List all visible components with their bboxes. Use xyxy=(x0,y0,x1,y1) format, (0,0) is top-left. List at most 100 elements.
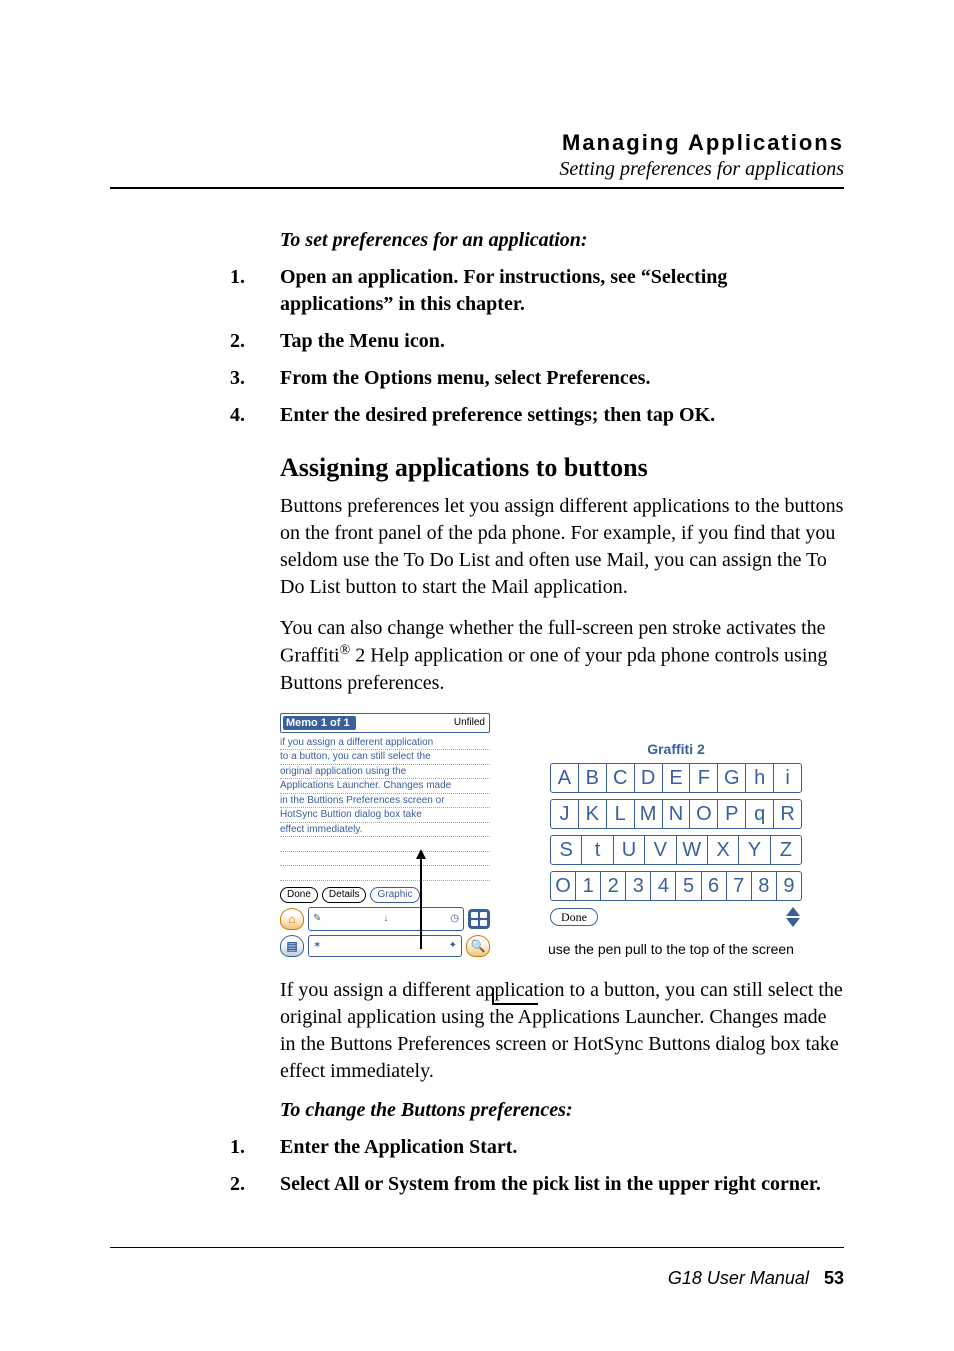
graffiti-key[interactable]: G xyxy=(718,764,746,792)
graffiti-key[interactable]: R xyxy=(774,800,801,828)
graffiti-key[interactable]: C xyxy=(607,764,635,792)
graffiti-key[interactable]: t xyxy=(582,836,613,864)
graffiti-key[interactable]: O xyxy=(551,872,576,900)
step-item: 1.Enter the Application Start. xyxy=(230,1134,844,1161)
memo-title-text: Memo 1 of 1 xyxy=(283,716,356,730)
graffiti-key[interactable]: N xyxy=(663,800,691,828)
memo-line: to a button, you can still select the xyxy=(280,750,490,765)
memo-line: HotSync Buttion dialog box take xyxy=(280,808,490,823)
graffiti2-title: Graffiti 2 xyxy=(550,741,802,757)
header-subtitle: Setting preferences for applications xyxy=(110,158,844,181)
graffiti-key[interactable]: q xyxy=(746,800,774,828)
memo-button-row: Done Details Graphic xyxy=(280,887,490,903)
secondary-input-area[interactable]: ✶ ✦ xyxy=(308,935,462,957)
graffiti-key[interactable]: 7 xyxy=(727,872,752,900)
details-button[interactable]: Details xyxy=(322,887,367,903)
memo-body[interactable]: if you assign a different application to… xyxy=(280,736,490,881)
scroll-down-icon xyxy=(786,918,800,927)
lead-set-prefs: To set preferences for an application: xyxy=(280,229,844,252)
graffiti-row: O 1 2 3 4 5 6 7 8 9 xyxy=(550,871,802,901)
memo-line: Applications Launcher. Changes made xyxy=(280,779,490,794)
graffiti-key[interactable]: J xyxy=(551,800,579,828)
graffiti-key[interactable]: 1 xyxy=(576,872,601,900)
graffiti-key[interactable]: 3 xyxy=(626,872,651,900)
graffiti-done-button[interactable]: Done xyxy=(550,908,598,926)
graffiti-key[interactable]: X xyxy=(708,836,739,864)
home-icon[interactable]: ⌂ xyxy=(280,908,304,930)
graffiti-key[interactable]: V xyxy=(645,836,676,864)
steps-set-prefs: 1.Open an application. For instructions,… xyxy=(230,264,844,429)
graffiti2-panel: Graffiti 2 A B C D E F G h i J K xyxy=(550,741,802,927)
memo-line xyxy=(280,837,490,852)
page-header: Managing Applications Setting preference… xyxy=(110,130,844,181)
memo-screenshot: Memo 1 of 1 Unfiled if you assign a diff… xyxy=(280,713,490,957)
footer-page-number: 53 xyxy=(824,1268,844,1288)
graffiti-key[interactable]: B xyxy=(579,764,607,792)
graffiti-column: Graffiti 2 A B C D E F G h i J K xyxy=(550,713,802,957)
graphic-button[interactable]: Graphic xyxy=(370,887,419,903)
graffiti-key[interactable]: F xyxy=(690,764,718,792)
sparkle-indicator: ✦ xyxy=(449,940,457,951)
graffiti-key[interactable]: U xyxy=(614,836,645,864)
lead-change-buttons: To change the Buttons preferences: xyxy=(280,1099,844,1122)
graffiti-bottom-row: Done xyxy=(550,907,802,927)
sysbar-1: ⌂ ✎ ↓ ◷ xyxy=(280,907,490,931)
graffiti-key[interactable]: 2 xyxy=(601,872,626,900)
graffiti-row: J K L M N O P q R xyxy=(550,799,802,829)
graffiti-key[interactable]: Y xyxy=(739,836,770,864)
graffiti-key[interactable]: 6 xyxy=(702,872,727,900)
abc-indicator: ✎ xyxy=(313,913,321,924)
graffiti-key[interactable]: 5 xyxy=(676,872,701,900)
star-indicator: ✶ xyxy=(313,940,321,951)
footer-rule xyxy=(110,1247,844,1248)
graffiti-key[interactable]: 8 xyxy=(752,872,777,900)
step-item: 4.Enter the desired preference settings;… xyxy=(230,402,844,429)
memo-line xyxy=(280,852,490,867)
step-item: 2.Tap the Menu icon. xyxy=(230,328,844,355)
graffiti-key[interactable]: h xyxy=(746,764,774,792)
body-para-1: Buttons preferences let you assign diffe… xyxy=(280,493,844,601)
content-area: To set preferences for an application: 1… xyxy=(280,229,844,1198)
graffiti-key[interactable]: W xyxy=(677,836,708,864)
header-title: Managing Applications xyxy=(110,130,844,156)
graffiti-key[interactable]: 9 xyxy=(777,872,801,900)
graffiti-key[interactable]: i xyxy=(774,764,801,792)
memo-line: if you assign a different application xyxy=(280,736,490,751)
steps-change-buttons: 1.Enter the Application Start. 2.Select … xyxy=(230,1134,844,1198)
memo-titlebar: Memo 1 of 1 Unfiled xyxy=(280,713,490,733)
graffiti-key[interactable]: Z xyxy=(771,836,801,864)
page: Managing Applications Setting preference… xyxy=(0,0,954,1351)
graffiti-key[interactable]: D xyxy=(635,764,663,792)
memo-line xyxy=(280,866,490,881)
graffiti-key[interactable]: 4 xyxy=(651,872,676,900)
graffiti-key[interactable]: K xyxy=(579,800,607,828)
done-button[interactable]: Done xyxy=(280,887,318,903)
apps-icon[interactable] xyxy=(468,909,490,929)
header-rule xyxy=(110,187,844,189)
graffiti-key[interactable]: M xyxy=(635,800,663,828)
sysbar-2: ▤ ✶ ✦ 🔍 xyxy=(280,935,490,957)
memo-category[interactable]: Unfiled xyxy=(454,717,487,728)
memo-line: effect immediately. xyxy=(280,823,490,838)
scroll-arrows[interactable] xyxy=(784,907,802,927)
figure-area: Memo 1 of 1 Unfiled if you assign a diff… xyxy=(280,713,844,957)
graffiti-key[interactable]: E xyxy=(663,764,691,792)
graffiti-input-area[interactable]: ✎ ↓ ◷ xyxy=(308,907,464,931)
arrow-right-indicator xyxy=(492,1003,538,1005)
menu-icon[interactable]: ▤ xyxy=(280,935,304,957)
section-heading-assigning: Assigning applications to buttons xyxy=(280,453,844,483)
graffiti-key[interactable]: S xyxy=(551,836,582,864)
body-para-2: You can also change whether the full-scr… xyxy=(280,615,844,697)
graffiti-key[interactable]: P xyxy=(718,800,746,828)
figure-caption: use the pen pull to the top of the scree… xyxy=(548,941,802,957)
memo-line: original application using the xyxy=(280,765,490,780)
footer-manual-name: G18 User Manual xyxy=(668,1268,809,1288)
find-icon[interactable]: 🔍 xyxy=(466,935,490,957)
graffiti-row: A B C D E F G h i xyxy=(550,763,802,793)
graffiti-key[interactable]: O xyxy=(690,800,718,828)
memo-line: in the Buttions Preferences screen or xyxy=(280,794,490,809)
graffiti-row: S t U V W X Y Z xyxy=(550,835,802,865)
graffiti-key[interactable]: A xyxy=(551,764,579,792)
graffiti-key[interactable]: L xyxy=(607,800,635,828)
clock-indicator: ◷ xyxy=(450,913,459,924)
